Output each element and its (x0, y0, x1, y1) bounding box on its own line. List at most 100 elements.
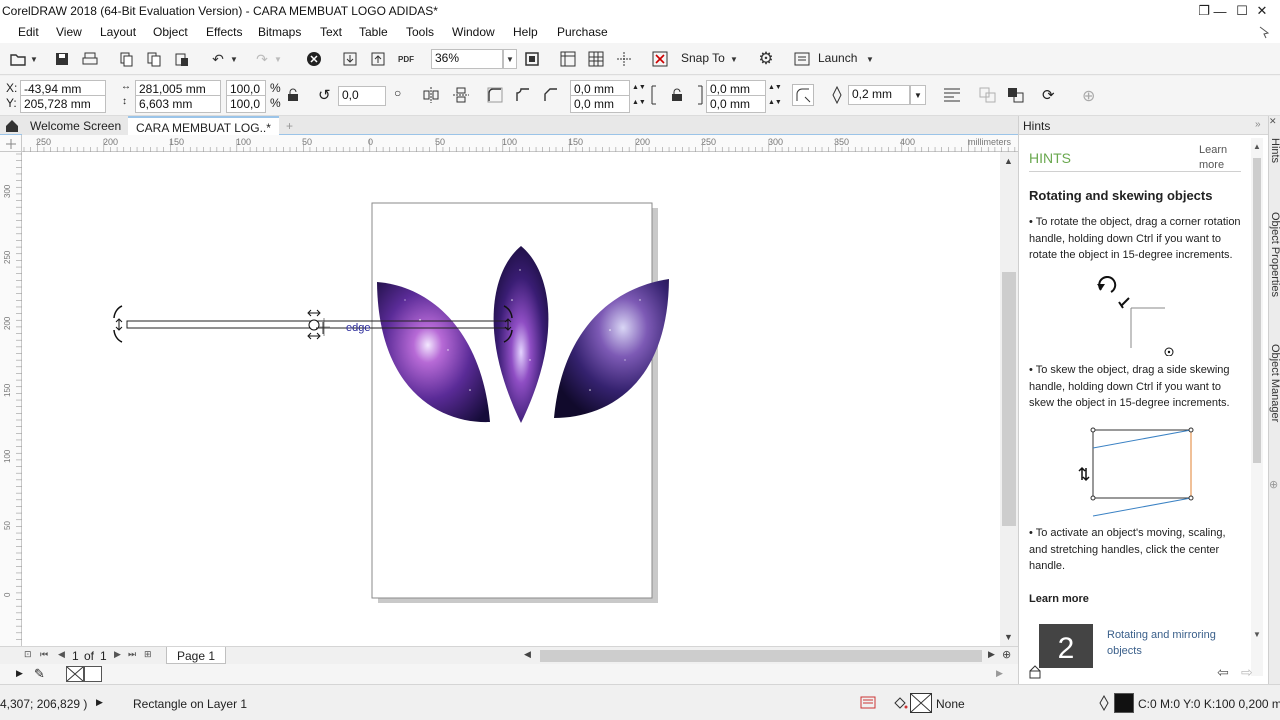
canvas-drawing[interactable]: edge (22, 152, 1000, 646)
status-expand-icon[interactable]: ▶ (96, 697, 103, 708)
hints-back-icon[interactable]: ⇦ (1217, 664, 1229, 681)
scroll-up-icon[interactable]: ▲ (1253, 142, 1261, 151)
collapse-docker-icon[interactable]: » (1255, 119, 1261, 130)
new-dropdown[interactable]: ▼ (28, 49, 40, 69)
cut-button[interactable] (116, 49, 136, 69)
menu-window[interactable]: Window (452, 25, 495, 39)
redo-dropdown[interactable]: ▼ (272, 49, 284, 69)
rotation-handle-bottom-left[interactable] (113, 329, 123, 343)
vertical-scroll-thumb[interactable] (1002, 272, 1016, 526)
scroll-right-icon[interactable]: ▶ (988, 649, 995, 660)
menu-tools[interactable]: Tools (406, 25, 434, 39)
add-property-button[interactable]: ⊕ (1082, 86, 1102, 105)
show-guidelines-button[interactable] (614, 49, 634, 69)
add-tab-button[interactable]: + (278, 116, 301, 135)
corner-radius-bottom-left[interactable]: 0,0 mm (570, 95, 630, 113)
launch-icon-button[interactable] (792, 49, 812, 69)
launch-menu[interactable]: Launch (818, 51, 857, 65)
learn-more-top-link[interactable]: Learn more (1199, 143, 1231, 173)
drawing-canvas[interactable]: edge (22, 152, 1000, 646)
close-docker-icon[interactable]: ✕ (1269, 116, 1280, 130)
full-screen-button[interactable] (522, 49, 542, 69)
skew-handle-bottom[interactable] (307, 332, 321, 340)
related-topic-link[interactable]: Rotating and mirroring objects (1107, 627, 1229, 657)
redo-button[interactable]: ↷ (252, 49, 272, 69)
lock-ratio-button[interactable] (286, 88, 300, 102)
snap-to-menu[interactable]: Snap To (681, 51, 725, 65)
zoom-navigator-icon[interactable]: ⊕ (1002, 648, 1011, 661)
horizontal-scroll-thumb[interactable] (540, 650, 982, 662)
no-color-swatch[interactable] (66, 666, 84, 682)
menu-layout[interactable]: Layout (100, 25, 136, 39)
tab-welcome-screen[interactable]: Welcome Screen (22, 116, 130, 135)
show-grid-button[interactable] (586, 49, 606, 69)
tab-document[interactable]: CARA MEMBUAT LOG..* (128, 116, 279, 135)
hints-forward-icon[interactable]: ⇨ (1241, 664, 1253, 681)
snap-to-dropdown[interactable]: ▼ (728, 49, 740, 69)
height-input[interactable]: 6,603 mm (135, 95, 221, 113)
launch-dropdown[interactable]: ▼ (864, 49, 876, 69)
menu-effects[interactable]: Effects (206, 25, 242, 39)
search-content-button[interactable] (304, 49, 324, 69)
add-page-icon[interactable]: ⊞ (144, 649, 152, 660)
close-button[interactable]: ✕ (1242, 0, 1280, 22)
menu-help[interactable]: Help (513, 25, 538, 39)
new-document-button[interactable] (8, 49, 28, 69)
rotation-angle-input[interactable]: 0,0 (338, 86, 386, 106)
outline-color-swatch[interactable] (1114, 693, 1134, 713)
convert-to-curves-button[interactable]: ⟳ (1042, 86, 1062, 104)
skew-handle-top[interactable] (307, 309, 321, 317)
white-swatch[interactable] (84, 666, 102, 682)
corner-radius-bottom-right[interactable]: 0,0 mm (706, 95, 766, 113)
palette-flyout-icon[interactable]: ▶ (16, 668, 23, 679)
lock-corners-button[interactable] (670, 88, 684, 102)
undo-button[interactable]: ↶ (208, 49, 228, 69)
relative-corner-scaling-button[interactable] (792, 84, 814, 106)
last-page-icon[interactable]: ⏭ (128, 649, 136, 660)
next-page-icon[interactable]: ▶ (114, 649, 121, 660)
to-front-button[interactable] (978, 86, 998, 104)
hints-home-icon[interactable] (1027, 664, 1043, 680)
palette-scroll-right-icon[interactable]: ▶ (996, 668, 1003, 679)
y-position-input[interactable]: 205,728 mm (20, 95, 106, 113)
outline-width-dropdown[interactable]: ▼ (910, 85, 926, 105)
related-topic-thumbnail[interactable]: 2 (1039, 624, 1093, 668)
vertical-ruler[interactable]: 300 250 200 150 100 50 0 (0, 152, 22, 646)
menu-purchase[interactable]: Purchase (557, 25, 608, 39)
spinner-icon[interactable]: ▲▼ ▲▼ (768, 80, 782, 110)
paste-button[interactable] (172, 49, 192, 69)
show-rulers-button[interactable] (558, 49, 578, 69)
wrap-text-button[interactable] (942, 86, 962, 104)
scalloped-corner-button[interactable] (514, 86, 532, 104)
scale-height-input[interactable]: 100,0 (226, 95, 266, 113)
zoom-level-input[interactable]: 36% (431, 49, 503, 69)
save-button[interactable] (52, 49, 72, 69)
fill-swatch-none[interactable] (910, 693, 932, 713)
previous-page-icon[interactable]: ◀ (58, 649, 65, 660)
to-back-button[interactable] (1006, 86, 1026, 104)
publish-pdf-button[interactable]: PDF (396, 49, 416, 69)
page-options-icon[interactable]: ⊡ (24, 649, 32, 660)
undo-dropdown[interactable]: ▼ (228, 49, 240, 69)
dock-tab-hints[interactable]: Hints (1269, 138, 1280, 163)
menu-view[interactable]: View (56, 25, 82, 39)
mirror-vertical-button[interactable] (452, 86, 470, 104)
color-proof-icon[interactable] (860, 695, 876, 711)
export-button[interactable] (368, 49, 388, 69)
copy-button[interactable] (144, 49, 164, 69)
menu-bitmaps[interactable]: Bitmaps (258, 25, 301, 39)
menu-text[interactable]: Text (320, 25, 342, 39)
help-icon[interactable] (1256, 24, 1272, 40)
horizontal-ruler[interactable]: 250 200 150 100 50 0 50 100 150 200 250 300 350 400 m… (22, 135, 1018, 152)
hints-scrollbar[interactable]: ▲ ▼ (1251, 138, 1263, 676)
dock-tab-object-manager[interactable]: Object Manager (1269, 344, 1280, 422)
menu-edit[interactable]: Edit (18, 25, 39, 39)
mirror-horizontal-button[interactable] (422, 86, 440, 104)
first-page-icon[interactable]: ⏮ (40, 649, 48, 660)
scroll-up-icon[interactable]: ▲ (1004, 156, 1013, 166)
options-button[interactable]: ⚙ (756, 49, 776, 69)
snap-off-button[interactable] (650, 49, 670, 69)
add-docker-icon[interactable]: ⊕ (1269, 478, 1278, 491)
print-button[interactable] (80, 49, 100, 69)
chamfered-corner-button[interactable] (542, 86, 560, 104)
